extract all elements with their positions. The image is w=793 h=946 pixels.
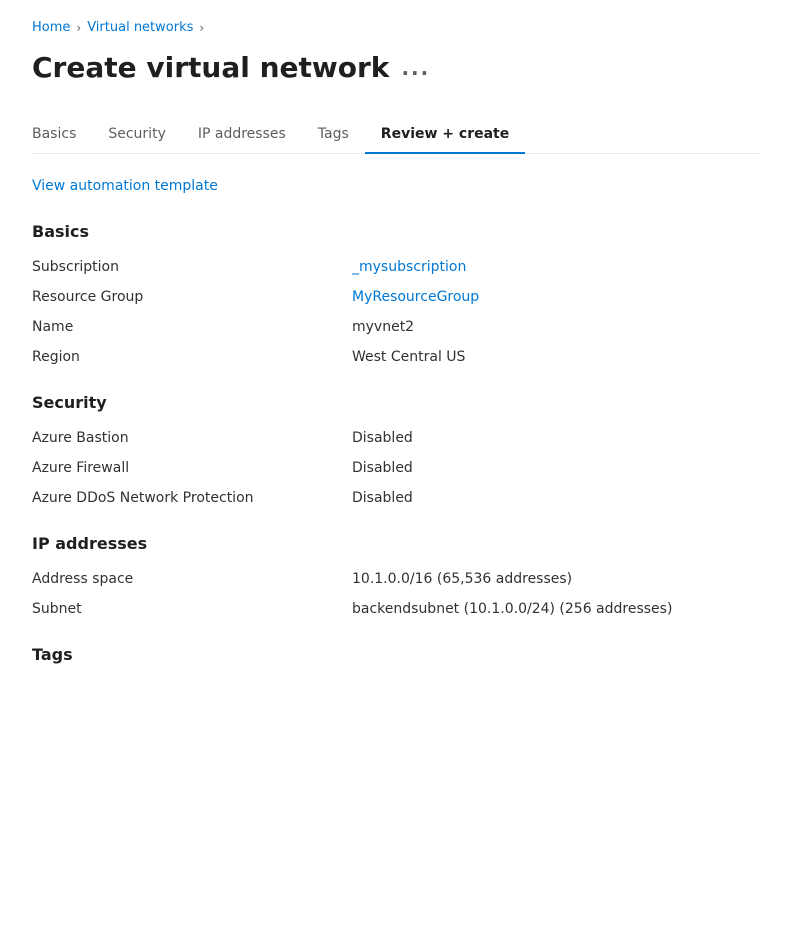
breadcrumb-home[interactable]: Home [32, 20, 70, 35]
field-value-azure-ddos: Disabled [352, 490, 413, 506]
field-resource-group: Resource Group MyResourceGroup [32, 289, 761, 305]
field-value-region: West Central US [352, 349, 465, 365]
tab-tags[interactable]: Tags [302, 116, 365, 154]
automation-template-link[interactable]: View automation template [32, 178, 218, 194]
field-label-subscription: Subscription [32, 259, 352, 275]
tab-security[interactable]: Security [92, 116, 182, 154]
field-label-subnet: Subnet [32, 601, 352, 617]
breadcrumb-virtual-networks[interactable]: Virtual networks [87, 20, 193, 35]
field-label-azure-bastion: Azure Bastion [32, 430, 352, 446]
field-value-address-space: 10.1.0.0/16 (65,536 addresses) [352, 571, 572, 587]
tab-review-create[interactable]: Review + create [365, 116, 525, 154]
field-region: Region West Central US [32, 349, 761, 365]
basics-section: Basics Subscription _mysubscription Reso… [32, 222, 761, 365]
field-value-subscription: _mysubscription [352, 259, 466, 275]
field-azure-bastion: Azure Bastion Disabled [32, 430, 761, 446]
page-title: Create virtual network [32, 51, 389, 84]
field-value-azure-firewall: Disabled [352, 460, 413, 476]
breadcrumb: Home › Virtual networks › [32, 20, 761, 35]
tags-section: Tags [32, 645, 761, 664]
field-name: Name myvnet2 [32, 319, 761, 335]
tabs-nav: Basics Security IP addresses Tags Review… [32, 116, 761, 154]
page-container: Home › Virtual networks › Create virtual… [0, 0, 793, 732]
field-azure-firewall: Azure Firewall Disabled [32, 460, 761, 476]
field-label-region: Region [32, 349, 352, 365]
field-value-name: myvnet2 [352, 319, 414, 335]
security-section-title: Security [32, 393, 761, 412]
field-azure-ddos: Azure DDoS Network Protection Disabled [32, 490, 761, 506]
ip-addresses-section-title: IP addresses [32, 534, 761, 553]
field-label-name: Name [32, 319, 352, 335]
breadcrumb-separator-2: › [199, 21, 204, 35]
field-label-azure-ddos: Azure DDoS Network Protection [32, 490, 352, 506]
ip-addresses-section: IP addresses Address space 10.1.0.0/16 (… [32, 534, 761, 617]
field-value-azure-bastion: Disabled [352, 430, 413, 446]
field-value-resource-group: MyResourceGroup [352, 289, 479, 305]
breadcrumb-separator-1: › [76, 21, 81, 35]
security-section: Security Azure Bastion Disabled Azure Fi… [32, 393, 761, 506]
field-subnet: Subnet backendsubnet (10.1.0.0/24) (256 … [32, 601, 761, 617]
tab-ip-addresses[interactable]: IP addresses [182, 116, 302, 154]
field-label-address-space: Address space [32, 571, 352, 587]
basics-section-title: Basics [32, 222, 761, 241]
field-label-azure-firewall: Azure Firewall [32, 460, 352, 476]
page-title-row: Create virtual network ... [32, 51, 761, 84]
tags-section-title: Tags [32, 645, 761, 664]
field-subscription: Subscription _mysubscription [32, 259, 761, 275]
field-value-subnet: backendsubnet (10.1.0.0/24) (256 address… [352, 601, 672, 617]
field-address-space: Address space 10.1.0.0/16 (65,536 addres… [32, 571, 761, 587]
field-label-resource-group: Resource Group [32, 289, 352, 305]
ellipsis-button[interactable]: ... [401, 56, 430, 80]
tab-basics[interactable]: Basics [32, 116, 92, 154]
